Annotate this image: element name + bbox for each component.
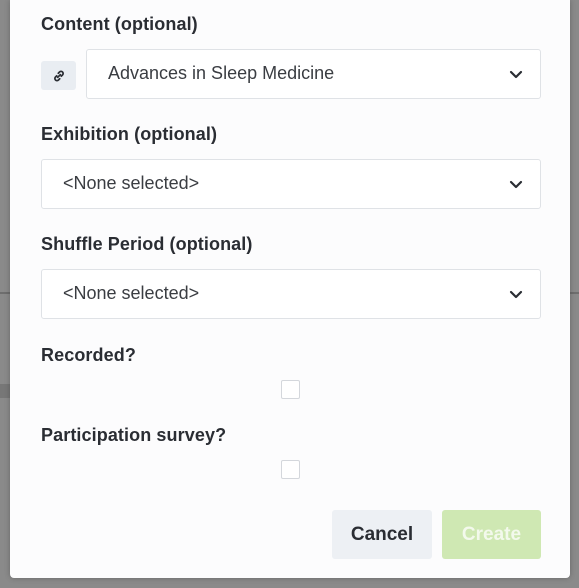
exhibition-label: Exhibition (optional) <box>41 124 218 144</box>
participation-survey-checkbox[interactable] <box>281 460 300 479</box>
content-select[interactable]: Advances in Sleep Medicine <box>86 49 541 99</box>
content-select-value: Advances in Sleep Medicine <box>108 63 335 83</box>
shuffle-period-select[interactable]: <None selected> <box>41 269 541 319</box>
chevron-down-icon <box>509 290 523 299</box>
participation-survey-label: Participation survey? <box>41 425 227 445</box>
backdrop-divider <box>0 292 10 294</box>
link-icon <box>53 70 64 81</box>
recorded-checkbox[interactable] <box>281 380 300 399</box>
chevron-down-icon <box>509 180 523 189</box>
create-dialog: Content (optional) Advances in Sleep Med… <box>10 0 570 578</box>
backdrop-divider <box>0 384 10 398</box>
chevron-down-icon <box>509 70 523 79</box>
exhibition-select[interactable]: <None selected> <box>41 159 541 209</box>
shuffle-period-select-value: <None selected> <box>63 283 200 303</box>
backdrop-divider <box>570 292 579 294</box>
cancel-button[interactable]: Cancel <box>332 510 432 559</box>
content-link-button[interactable] <box>41 61 76 90</box>
content-label: Content (optional) <box>41 14 198 34</box>
create-button[interactable]: Create <box>442 510 541 559</box>
recorded-label: Recorded? <box>41 345 136 365</box>
shuffle-period-label: Shuffle Period (optional) <box>41 234 253 254</box>
exhibition-select-value: <None selected> <box>63 173 200 193</box>
